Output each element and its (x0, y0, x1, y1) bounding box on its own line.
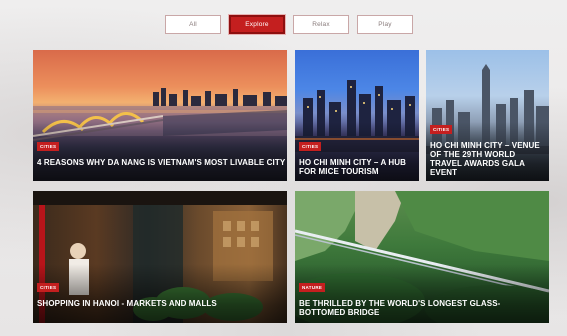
category-badge: CITIES (299, 142, 322, 151)
tab-all[interactable]: All (165, 15, 221, 34)
category-badge: NATURE (299, 283, 326, 292)
category-badge: CITIES (37, 283, 60, 292)
filter-tabs: All Explore Relax Play (165, 15, 413, 34)
article-card-hcmc-wta[interactable]: CITIES HO CHI MINH CITY – VENUE OF THE 2… (426, 50, 549, 181)
article-title[interactable]: BE THRILLED BY THE WORLD'S LONGEST GLASS… (299, 299, 545, 317)
tab-explore[interactable]: Explore (229, 15, 285, 34)
article-card-glass-bridge[interactable]: NATURE BE THRILLED BY THE WORLD'S LONGES… (295, 191, 549, 323)
tab-relax[interactable]: Relax (293, 15, 349, 34)
card-shade (33, 263, 287, 323)
article-title[interactable]: SHOPPING IN HANOI - MARKETS AND MALLS (37, 299, 287, 308)
article-card-da-nang[interactable]: CITIES 4 REASONS WHY DA NANG IS VIETNAM'… (33, 50, 287, 181)
article-card-hanoi-shopping[interactable]: CITIES SHOPPING IN HANOI - MARKETS AND M… (33, 191, 287, 323)
card-shade (33, 122, 287, 181)
article-card-hcmc-mice[interactable]: CITIES HO CHI MINH CITY – A HUB FOR MICE… (295, 50, 419, 181)
tab-play[interactable]: Play (357, 15, 413, 34)
article-title[interactable]: HO CHI MINH CITY – A HUB FOR MICE TOURIS… (299, 158, 417, 176)
category-badge: CITIES (430, 125, 453, 134)
article-title[interactable]: HO CHI MINH CITY – VENUE OF THE 29TH WOR… (430, 141, 548, 177)
category-badge: CITIES (37, 142, 60, 151)
article-title[interactable]: 4 REASONS WHY DA NANG IS VIETNAM'S MOST … (37, 158, 287, 167)
